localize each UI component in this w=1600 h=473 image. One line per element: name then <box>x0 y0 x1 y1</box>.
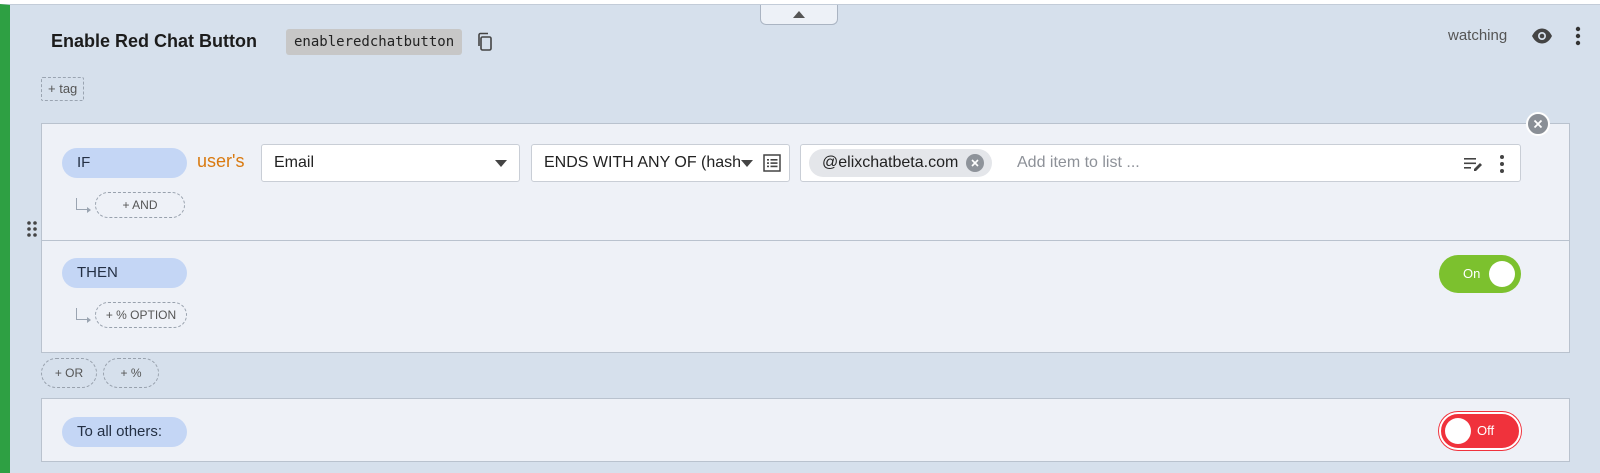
bulk-edit-icon[interactable] <box>1463 155 1483 173</box>
attribute-value: Email <box>274 154 315 171</box>
collapse-button[interactable] <box>760 5 838 25</box>
more-menu-icon[interactable] <box>1573 25 1583 47</box>
chevron-down-icon <box>741 160 753 167</box>
subject-label: user's <box>197 151 245 171</box>
add-option-button[interactable]: + % OPTION <box>95 302 187 328</box>
values-list-input[interactable]: @elixchatbeta.com <box>800 144 1521 182</box>
operator-select[interactable]: ENDS WITH ANY OF (hash <box>531 144 790 182</box>
flag-key: enableredchatbutton <box>286 29 463 55</box>
drag-handle-icon[interactable] <box>26 220 38 238</box>
and-connector-icon <box>76 198 91 213</box>
chevron-up-icon <box>793 11 805 18</box>
value-chip-text: @elixchatbeta.com <box>822 154 959 171</box>
if-pill: IF <box>62 148 187 178</box>
attribute-select[interactable]: Email <box>261 144 520 182</box>
close-icon <box>1533 119 1543 129</box>
then-toggle-label: On <box>1463 266 1481 281</box>
option-connector-icon <box>76 308 91 323</box>
flag-card: Enable Red Chat Button enableredchatbutt… <box>0 4 1600 473</box>
then-toggle[interactable]: On <box>1439 255 1521 293</box>
toggle-knob <box>1445 418 1471 444</box>
value-chip: @elixchatbeta.com <box>809 149 993 177</box>
copy-icon[interactable] <box>476 32 494 52</box>
rule-divider <box>42 240 1569 241</box>
add-and-button[interactable]: + AND <box>95 192 185 218</box>
delete-rule-button[interactable] <box>1526 112 1550 136</box>
default-rule: To all others: Off <box>41 398 1570 462</box>
targeting-rule: IF user's Email ENDS WITH ANY OF (hash @… <box>41 123 1570 353</box>
operator-value: ENDS WITH ANY OF (hash <box>544 154 742 171</box>
others-toggle-label: Off <box>1477 423 1495 438</box>
add-percent-button[interactable]: + % <box>103 358 159 388</box>
chevron-down-icon <box>495 160 507 167</box>
remove-chip-icon[interactable] <box>966 154 985 172</box>
list-mode-icon[interactable] <box>763 154 781 172</box>
add-tag-button[interactable]: + tag <box>41 77 85 101</box>
eye-icon[interactable] <box>1531 27 1553 45</box>
value-menu-icon[interactable] <box>1498 154 1506 174</box>
add-item-input[interactable] <box>1017 151 1447 175</box>
others-toggle[interactable]: Off <box>1439 412 1521 450</box>
flag-title: Enable Red Chat Button <box>51 31 257 51</box>
watching-label: watching <box>1448 27 1508 44</box>
then-pill: THEN <box>62 258 187 288</box>
toggle-knob <box>1489 261 1515 287</box>
others-pill: To all others: <box>62 417 187 447</box>
add-or-button[interactable]: + OR <box>41 358 97 388</box>
